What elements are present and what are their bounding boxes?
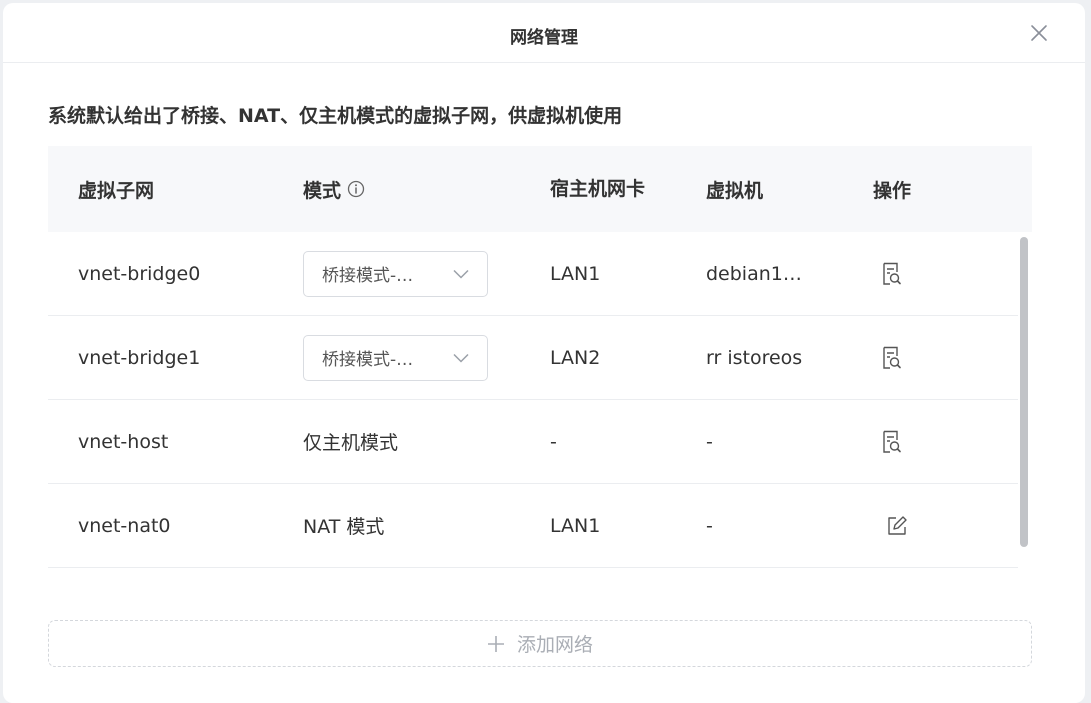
table-header: 虚拟子网 模式 宿主机网卡 虚拟机 操作 <box>48 146 1032 232</box>
cell-host-nic: LAN1 <box>550 262 601 285</box>
cell-vm-text: rr istoreos <box>706 346 803 369</box>
table-row: vnet-nat0 NAT 模式 LAN1 - <box>48 484 1018 568</box>
subnet-table: 虚拟子网 模式 宿主机网卡 虚拟机 操作 vnet-bridge0 桥接模式-… <box>48 146 1032 568</box>
edit-icon[interactable] <box>884 513 910 539</box>
cell-vm: debian1… <box>706 232 802 315</box>
header-vm: 虚拟机 <box>706 179 764 202</box>
view-details-icon[interactable] <box>878 261 904 287</box>
cell-actions <box>878 316 904 399</box>
add-network-button[interactable]: 添加网络 <box>48 620 1032 667</box>
cell-subnet: vnet-nat0 <box>78 514 171 537</box>
cell-subnet: vnet-bridge0 <box>78 262 201 285</box>
header-mode: 模式 <box>303 146 365 232</box>
cell-host-nic: LAN1 <box>550 514 601 537</box>
mode-select-value: 桥接模式-… <box>322 266 414 286</box>
view-details-icon[interactable] <box>878 345 904 371</box>
table-body: vnet-bridge0 桥接模式-… LAN1 debian1… vnet-b… <box>48 232 1018 568</box>
cell-vm: - <box>706 430 713 453</box>
header-actions: 操作 <box>873 179 912 202</box>
dialog-description: 系统默认给出了桥接、NAT、仅主机模式的虚拟子网，供虚拟机使用 <box>48 105 623 127</box>
cell-subnet: vnet-host <box>78 430 169 453</box>
cell-mode: NAT 模式 <box>303 516 385 538</box>
add-network-label: 添加网络 <box>516 634 593 656</box>
dialog-header: 网络管理 <box>3 3 1085 63</box>
info-icon[interactable] <box>347 180 365 198</box>
cell-host-nic: - <box>550 430 557 453</box>
table-scrollbar[interactable] <box>1020 237 1028 547</box>
cell-host-nic: LAN2 <box>550 346 601 369</box>
mode-select-value: 桥接模式-… <box>322 350 414 370</box>
mode-select[interactable]: 桥接模式-… <box>303 250 488 297</box>
cell-vm: - <box>706 514 713 537</box>
cell-mode: 桥接模式-… <box>303 232 488 315</box>
table-row: vnet-host 仅主机模式 - - <box>48 400 1018 484</box>
view-details-icon[interactable] <box>878 429 904 455</box>
cell-mode: 仅主机模式 <box>303 432 399 454</box>
cell-actions <box>878 400 904 483</box>
mode-select[interactable]: 桥接模式-… <box>303 334 488 381</box>
table-row: vnet-bridge1 桥接模式-… LAN2 rr istoreos <box>48 316 1018 400</box>
header-mode-label: 模式 <box>303 179 342 202</box>
cell-actions <box>878 232 904 315</box>
dialog-title: 网络管理 <box>510 28 578 48</box>
close-icon[interactable] <box>1029 23 1049 43</box>
header-host-nic: 宿主机网卡 <box>550 178 646 200</box>
plus-icon <box>487 635 504 652</box>
cell-mode: 桥接模式-… <box>303 316 488 399</box>
cell-vm: rr istoreos <box>706 316 802 399</box>
table-row: vnet-bridge0 桥接模式-… LAN1 debian1… <box>48 232 1018 316</box>
cell-actions <box>878 484 910 567</box>
chevron-down-icon <box>453 269 469 279</box>
cell-subnet: vnet-bridge1 <box>78 346 201 369</box>
cell-vm-text: debian1… <box>706 262 802 285</box>
chevron-down-icon <box>453 353 469 363</box>
header-subnet: 虚拟子网 <box>78 179 155 202</box>
